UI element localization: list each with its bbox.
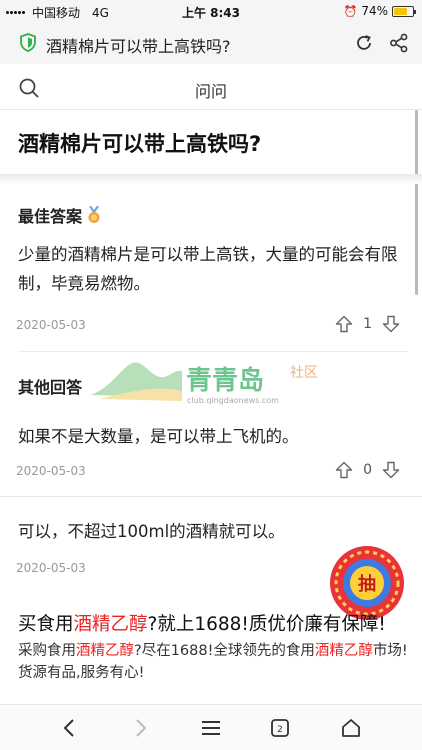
shield-icon (20, 33, 36, 52)
medal-icon (88, 206, 100, 223)
divider (0, 496, 422, 497)
menu-icon[interactable] (199, 716, 223, 740)
status-bar: 中国移动 4G 上午 8:43 ⏰ 74% (0, 0, 422, 22)
best-answer-heading: 最佳答案 (18, 203, 102, 227)
divider (18, 351, 408, 352)
alarm-icon: ⏰ (343, 4, 358, 18)
page-title[interactable]: 酒精棉片可以带上高铁吗? (46, 33, 231, 57)
answer-body: 如果不是大数量，是可以带上飞机的。 (18, 427, 299, 446)
reload-icon[interactable] (354, 33, 374, 53)
ad-title-text: ?就上1688!质优价廉有保障! (147, 614, 386, 635)
ad-desc-highlight: 酒精乙醇 (314, 643, 373, 659)
upvote-icon[interactable] (335, 461, 353, 479)
ad-title-text: 买食用 (18, 614, 74, 635)
ad-desc-highlight: 酒精乙醇 (76, 643, 134, 659)
battery-percent: 74% (361, 4, 388, 18)
other-answers-heading: 其他回答 (18, 378, 83, 397)
watermark-url: club.qingdaonews.com (187, 396, 279, 405)
answer-body: 可以，不超过100ml的酒精就可以。 (18, 522, 285, 541)
best-answer-date: 2020-05-03 (16, 318, 86, 332)
ad-title[interactable]: 买食用酒精乙醇?就上1688!质优价廉有保障! (18, 610, 386, 636)
upvote-icon[interactable] (335, 315, 353, 333)
watermark-brand: 青青岛 (186, 365, 264, 396)
header-shadow (0, 174, 422, 184)
share-icon[interactable] (389, 33, 409, 53)
best-answer-label: 最佳答案 (18, 207, 83, 226)
downvote-icon[interactable] (382, 315, 400, 333)
forward-icon[interactable] (128, 716, 152, 740)
vote-count: 1 (363, 316, 372, 332)
browser-bottom-toolbar: 2 (0, 704, 422, 750)
back-icon[interactable] (58, 716, 82, 740)
ad-title-highlight: 酒精乙醇 (73, 614, 148, 635)
lottery-label: 抽 (358, 573, 376, 595)
downvote-icon[interactable] (382, 461, 400, 479)
search-header: 问问 (0, 64, 422, 110)
tabs-icon[interactable]: 2 (269, 716, 293, 740)
qingdao-community-watermark: 青青岛 社区 club.qingdaonews.com (90, 362, 318, 405)
question-title: 酒精棉片可以带上高铁吗? (18, 132, 262, 156)
vote-count: 0 (363, 462, 372, 478)
answer-votes: 0 (335, 461, 400, 479)
status-right: ⏰ 74% (343, 4, 416, 18)
watermark-suffix: 社区 (290, 365, 318, 381)
best-answer-votes: 1 (335, 315, 400, 333)
scrollbar[interactable] (415, 110, 418, 295)
ad-desc-text: 采购食用 (18, 643, 76, 659)
browser-url-bar: 酒精棉片可以带上高铁吗? (0, 22, 422, 64)
best-answer-body: 少量的酒精棉片是可以带上高铁，大量的可能会有限制，毕竟易燃物。 (18, 245, 398, 293)
search-header-title: 问问 (194, 82, 227, 101)
ad-description[interactable]: 采购食用酒精乙醇?尽在1688!全球领先的食用酒精乙醇市场!货源有品,服务有心! (18, 640, 410, 684)
answer-date: 2020-05-03 (16, 561, 86, 575)
answer-date: 2020-05-03 (16, 464, 86, 478)
svg-text:2: 2 (277, 725, 283, 735)
home-icon[interactable] (339, 716, 363, 740)
ad-desc-text: ?尽在1688!全球领先的食用 (134, 643, 315, 659)
battery-icon (392, 5, 416, 17)
